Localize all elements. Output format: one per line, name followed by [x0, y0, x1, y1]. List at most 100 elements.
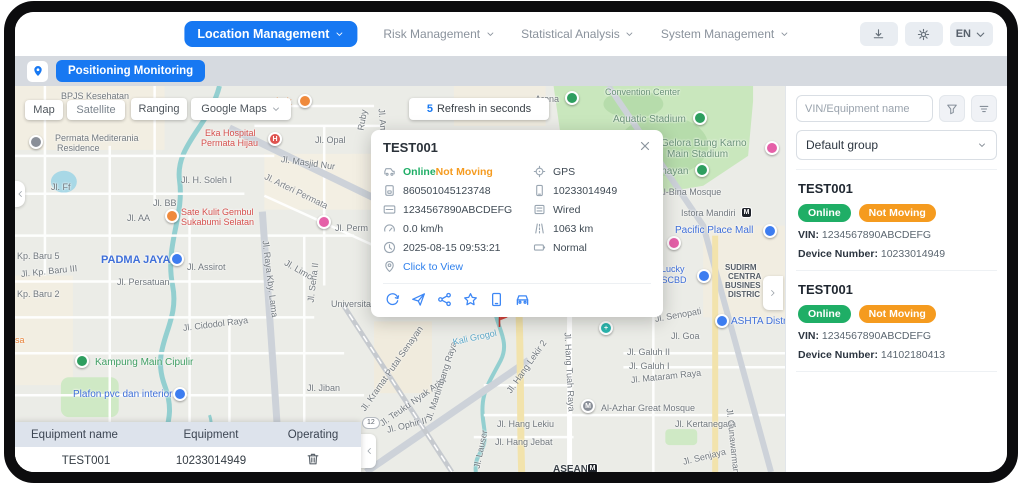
mall-marker[interactable]: [715, 314, 729, 328]
group-select[interactable]: Default group: [796, 130, 997, 160]
popup-row-vehicle: OnlineNot Moving: [383, 162, 533, 181]
vehicle-icon: [383, 165, 396, 178]
poi-marker[interactable]: [317, 215, 331, 229]
download-button[interactable]: [860, 22, 898, 46]
car-front-icon[interactable]: [515, 292, 530, 307]
app: Location Management Risk Management Statis…: [15, 12, 1007, 472]
popup-row-clock: 2025-08-15 09:53:21: [383, 238, 533, 257]
park-marker[interactable]: [75, 354, 89, 368]
delete-icon[interactable]: [306, 452, 320, 466]
close-icon[interactable]: [638, 139, 652, 153]
device-card[interactable]: TEST001OnlineNot MovingVIN: 1234567890AB…: [796, 271, 997, 372]
left-panel-collapse-handle[interactable]: [15, 181, 25, 207]
table-row[interactable]: TEST00110233014949: [15, 447, 361, 472]
popup-value: 1063 km: [553, 223, 593, 235]
sim-icon: [383, 184, 396, 197]
nav-label: Statistical Analysis: [521, 27, 620, 41]
business-marker[interactable]: [170, 252, 184, 266]
location-pin-button[interactable]: [27, 61, 48, 82]
chevron-left-icon: [364, 446, 374, 456]
restaurant-marker[interactable]: [298, 94, 312, 108]
mosque-marker[interactable]: M: [581, 399, 595, 413]
hospital-marker[interactable]: H: [268, 132, 282, 146]
group-selected-value: Default group: [806, 138, 878, 152]
tab-positioning-monitoring[interactable]: Positioning Monitoring: [56, 60, 205, 82]
popup-value: 0.0 km/h: [403, 223, 443, 235]
table-header-equipment-name: Equipment name: [15, 429, 157, 441]
popup-value: 860501045123748: [403, 185, 491, 197]
advanced-filter-button[interactable]: [971, 95, 997, 122]
chevron-down-icon: [974, 28, 987, 41]
table-header-equipment: Equipment: [157, 429, 265, 441]
wired-icon: [533, 203, 546, 216]
metro-badge[interactable]: M: [587, 463, 598, 472]
settings-button[interactable]: [905, 22, 943, 46]
park-marker[interactable]: [565, 91, 579, 105]
nav-system-management[interactable]: System Management: [661, 27, 789, 41]
content: BPJS KesehatanPermata MediteraniaResiden…: [15, 86, 1007, 472]
nav-location-management[interactable]: Location Management: [184, 21, 357, 47]
business-marker[interactable]: [173, 387, 187, 401]
status-text: OnlineNot Moving: [403, 166, 493, 178]
clinic-marker[interactable]: +: [599, 321, 613, 335]
map-type-map-button[interactable]: Map: [25, 100, 63, 120]
moving-badge: Not Moving: [859, 305, 936, 323]
speed-icon: [383, 222, 396, 235]
map-canvas[interactable]: BPJS KesehatanPermata MediteraniaResiden…: [15, 86, 785, 472]
poi-marker[interactable]: [667, 236, 681, 250]
nav-statistical-analysis[interactable]: Statistical Analysis: [521, 27, 635, 41]
mall-marker[interactable]: [763, 224, 777, 238]
park-marker[interactable]: [693, 111, 707, 125]
status-badges: OnlineNot Moving: [798, 204, 995, 222]
window-frame: Location Management Risk Management Statis…: [4, 1, 1018, 483]
restaurant-marker[interactable]: [165, 209, 179, 223]
chevron-down-icon: [271, 104, 281, 114]
nav-risk-management[interactable]: Risk Management: [383, 27, 495, 41]
tab-bar: Positioning Monitoring: [15, 56, 1007, 86]
track-icon[interactable]: [385, 292, 400, 307]
search-row: [796, 95, 997, 122]
popup-value: 2025-08-15 09:53:21: [403, 242, 501, 254]
map-type-satellite-button[interactable]: Satellite: [67, 100, 125, 120]
tablet-icon[interactable]: [489, 292, 504, 307]
residence-marker[interactable]: [29, 135, 43, 149]
poi-marker[interactable]: [765, 141, 779, 155]
share-icon[interactable]: [437, 292, 452, 307]
popup-row-gps: GPS: [533, 162, 651, 181]
ranging-button[interactable]: Ranging: [131, 98, 187, 120]
table-collapse-handle[interactable]: [361, 434, 376, 468]
search-input[interactable]: [796, 95, 933, 122]
popup-value: 1234567890ABCDEFG: [403, 204, 512, 216]
filter-button[interactable]: [939, 95, 965, 122]
popup-row-mileage: 1063 km: [533, 219, 651, 238]
popup-action-bar: [383, 284, 651, 311]
road-shield[interactable]: 12: [362, 417, 380, 429]
click-to-view-link[interactable]: Click to View: [403, 261, 463, 273]
map-provider-select[interactable]: Google Maps: [191, 98, 291, 120]
status-badges: OnlineNot Moving: [798, 305, 995, 323]
chevron-down-icon: [977, 140, 987, 150]
topbar-actions: EN: [860, 22, 993, 46]
popup-title: TEST001: [383, 140, 651, 155]
funnel-icon: [946, 103, 958, 115]
device-number-row: Device Number: 14102180413: [798, 349, 995, 361]
mileage-icon: [533, 222, 546, 235]
metro-badge[interactable]: M: [741, 207, 752, 218]
store-marker[interactable]: [697, 269, 711, 283]
id-card-icon: [383, 203, 396, 216]
popup-row-location[interactable]: Click to View: [383, 257, 533, 276]
send-icon[interactable]: [411, 292, 426, 307]
equipment-table: Equipment nameEquipmentOperating TEST001…: [15, 422, 361, 472]
refresh-interval-control[interactable]: 5 Refresh in seconds: [409, 98, 549, 120]
popup-value: Normal: [553, 242, 587, 254]
popup-row-wired: Wired: [533, 200, 651, 219]
clock-icon: [383, 241, 396, 254]
device-info-popup: TEST001 OnlineNot Moving 860501045123748 1…: [371, 130, 663, 317]
park-marker[interactable]: [695, 163, 709, 177]
right-panel-expand-handle[interactable]: [763, 276, 783, 310]
device-card[interactable]: TEST001OnlineNot MovingVIN: 1234567890AB…: [796, 169, 997, 271]
chevron-right-icon: [768, 288, 778, 298]
star-icon[interactable]: [463, 292, 478, 307]
popup-row-status: Normal: [533, 238, 651, 257]
language-selector[interactable]: EN: [950, 22, 993, 46]
